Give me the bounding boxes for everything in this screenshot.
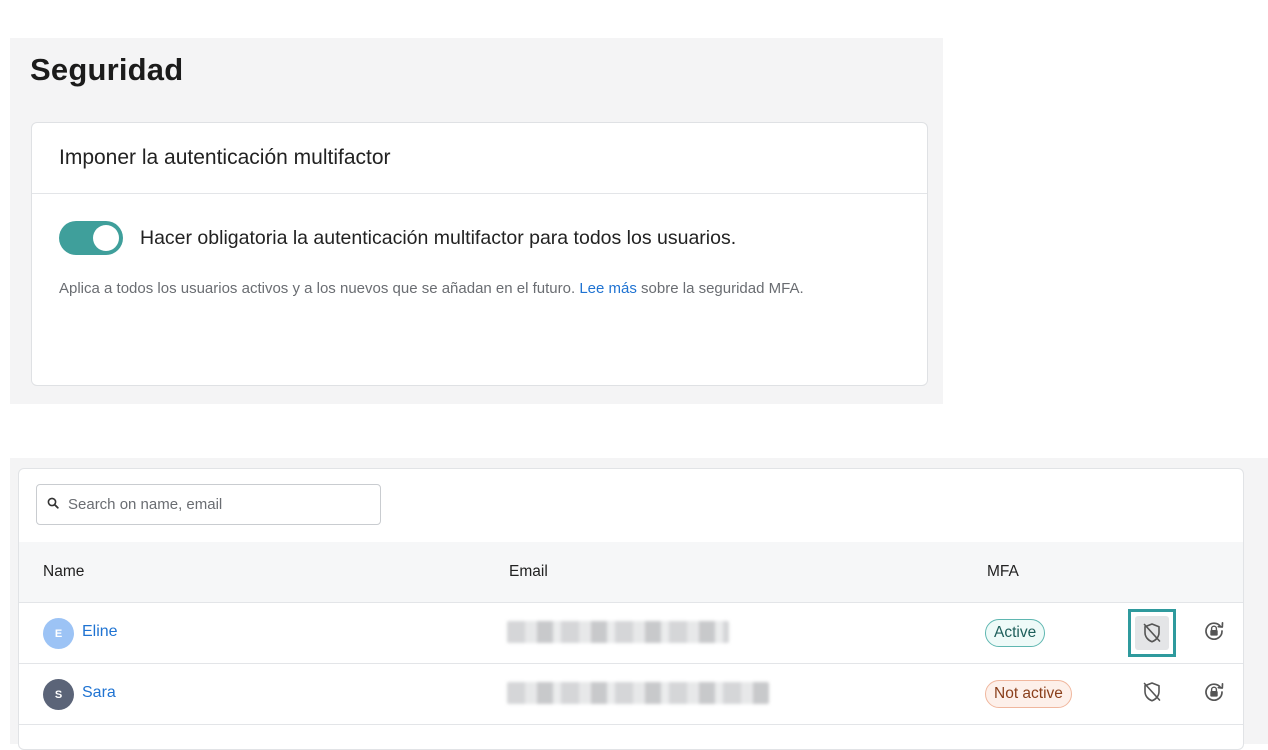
mfa-description: Aplica a todos los usuarios activos y a … [59,276,899,301]
read-more-link[interactable]: Lee más [579,280,637,297]
disable-mfa-button[interactable] [1128,609,1176,657]
lock-reset-icon [1203,620,1225,647]
search-input[interactable] [66,495,360,514]
table-row: S Sara Not active [19,664,1243,725]
user-name-link[interactable]: Eline [82,623,118,641]
mfa-desc-text-end: sobre la seguridad MFA. [636,280,804,297]
user-name-link[interactable]: Sara [82,684,116,702]
mfa-toggle-row: Hacer obligatoria la autenticación multi… [59,221,736,255]
reset-mfa-button[interactable] [1190,609,1238,657]
users-panel: Name Email MFA E Eline Active [10,458,1268,750]
security-panel: Seguridad Imponer la autenticación multi… [10,38,943,404]
disable-mfa-button[interactable] [1128,670,1176,718]
search-field[interactable] [36,484,381,525]
column-header-mfa[interactable]: MFA [987,563,1019,581]
email-redacted [507,621,729,643]
mfa-card-title: Imponer la autenticación multifactor [32,123,927,194]
lock-reset-icon [1203,681,1225,708]
search-icon [47,496,59,514]
table-header: Name Email MFA [19,542,1243,603]
mfa-status-badge: Not active [985,680,1072,708]
column-header-email[interactable]: Email [509,563,548,581]
page-title: Seguridad [30,52,184,87]
avatar: E [43,618,74,649]
mfa-enforcement-card: Imponer la autenticación multifactor Hac… [31,122,928,386]
toggle-knob [93,225,119,251]
shield-off-icon [1142,681,1162,708]
table-row: E Eline Active [19,603,1243,664]
mfa-desc-text: Aplica a todos los usuarios activos y a … [59,280,580,297]
column-header-name[interactable]: Name [43,563,84,581]
mfa-toggle-label: Hacer obligatoria la autenticación multi… [140,226,737,249]
mfa-enforce-toggle[interactable] [59,221,123,255]
mfa-status-badge: Active [985,619,1046,647]
reset-mfa-button[interactable] [1190,670,1238,718]
avatar: S [43,679,74,710]
shield-off-icon [1135,616,1169,650]
email-redacted [507,682,769,704]
users-table-card: Name Email MFA E Eline Active [18,468,1244,750]
